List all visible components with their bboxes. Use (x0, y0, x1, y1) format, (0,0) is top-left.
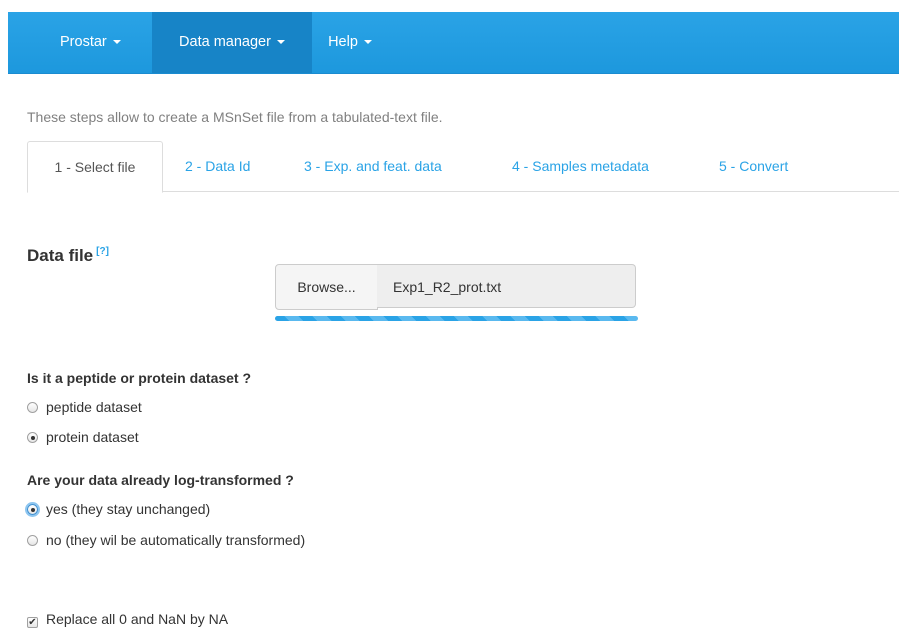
nav-data-manager-label: Data manager (179, 34, 271, 50)
nav-help-label: Help (328, 34, 358, 50)
top-navbar: Prostar Data manager Help (8, 12, 899, 74)
page: Prostar Data manager Help These steps al… (0, 0, 899, 628)
selected-file-name: Exp1_R2_prot.txt (377, 264, 636, 308)
log-transform-question: Are your data already log-transformed ? (27, 472, 294, 488)
tab-convert[interactable]: 5 - Convert (719, 141, 788, 190)
tab-data-id[interactable]: 2 - Data Id (185, 141, 250, 190)
nav-prostar-label: Prostar (60, 34, 107, 50)
chevron-down-icon (112, 40, 121, 45)
file-input-group: Browse... Exp1_R2_prot.txt (275, 264, 638, 310)
radio-protein-indicator[interactable] (27, 432, 38, 443)
tab-select-file[interactable]: 1 - Select file (27, 141, 163, 193)
radio-log-yes-label: yes (they stay unchanged) (46, 501, 211, 517)
chevron-down-icon (363, 40, 372, 45)
nav-help-menu[interactable]: Help (314, 12, 386, 73)
radio-peptide-indicator[interactable] (27, 402, 38, 413)
tab-samples-metadata[interactable]: 4 - Samples metadata (512, 141, 649, 190)
radio-protein-dataset[interactable]: protein dataset (27, 429, 139, 445)
radio-log-no-indicator[interactable] (27, 535, 38, 546)
radio-log-yes[interactable]: yes (they stay unchanged) (27, 501, 210, 517)
nav-prostar-menu[interactable]: Prostar (60, 12, 142, 73)
data-file-title: Data file (27, 246, 94, 265)
radio-log-no-label: no (they wil be automatically transforme… (46, 532, 306, 548)
help-link[interactable]: [?] (96, 246, 109, 257)
radio-peptide-dataset[interactable]: peptide dataset (27, 399, 142, 415)
upload-progress-bar (275, 316, 638, 321)
browse-button[interactable]: Browse... (275, 264, 378, 310)
radio-log-yes-indicator[interactable] (27, 504, 38, 515)
dataset-type-question: Is it a peptide or protein dataset ? (27, 370, 252, 386)
tab-exp-feat-data[interactable]: 3 - Exp. and feat. data (304, 141, 442, 190)
upload-progress-fill (275, 316, 638, 321)
radio-log-no[interactable]: no (they wil be automatically transforme… (27, 532, 305, 548)
data-file-heading: Data file [?] (27, 246, 109, 266)
step-tabs: 1 - Select file 2 - Data Id 3 - Exp. and… (27, 141, 899, 193)
checkbox-checked-icon[interactable]: ✔ (27, 617, 38, 628)
radio-protein-label: protein dataset (46, 429, 139, 445)
replace-zeros-checkbox-row[interactable]: ✔ Replace all 0 and NaN by NA (27, 611, 229, 628)
nav-data-manager-menu[interactable]: Data manager (152, 12, 312, 73)
intro-text: These steps allow to create a MSnSet fil… (27, 109, 443, 125)
chevron-down-icon (276, 40, 285, 45)
replace-zeros-label: Replace all 0 and NaN by NA (46, 611, 229, 627)
radio-peptide-label: peptide dataset (46, 399, 142, 415)
